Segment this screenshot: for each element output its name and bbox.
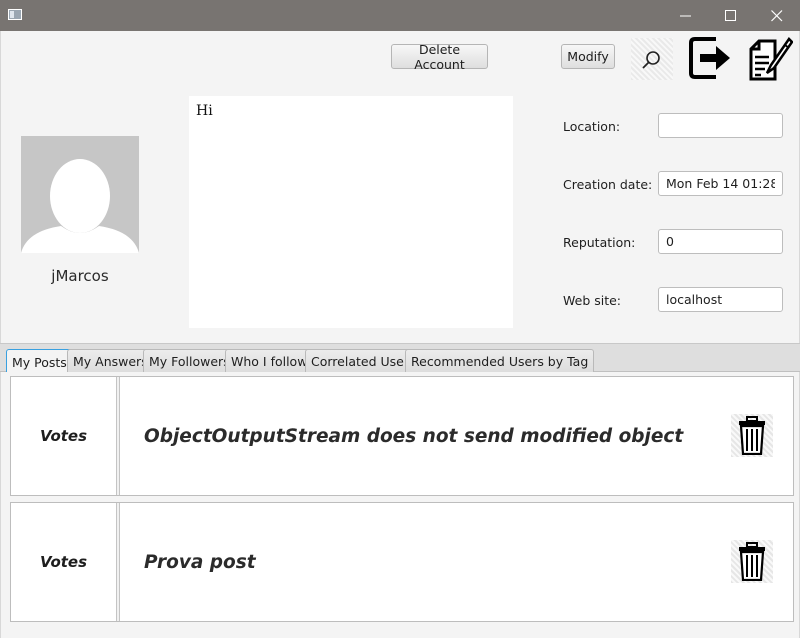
profile-panel: Delete Account Modify jMarcos Hi Locatio… (0, 31, 800, 343)
trash-icon (739, 416, 765, 455)
post-title[interactable]: Prova post (144, 503, 256, 621)
location-field[interactable] (658, 113, 783, 138)
delete-post-button[interactable] (731, 414, 773, 457)
tab-bar: My Posts My Answers My Followers Who I f… (0, 343, 800, 374)
edit-document-icon[interactable] (745, 35, 794, 83)
tab-who-i-follow[interactable]: Who I follow (225, 349, 314, 373)
app-window-icon (8, 9, 22, 20)
tab-my-answers[interactable]: My Answers (67, 349, 154, 373)
tab-my-followers[interactable]: My Followers (143, 349, 236, 373)
tab-recommended-users-by-tag[interactable]: Recommended Users by Tag (405, 349, 595, 373)
trash-icon (739, 542, 765, 581)
location-label: Location: (563, 119, 621, 134)
post-divider (116, 377, 120, 495)
bio-textarea[interactable]: Hi (189, 96, 513, 328)
delete-post-button[interactable] (731, 540, 773, 583)
maximize-button[interactable] (708, 0, 754, 31)
tab-my-posts[interactable]: My Posts (6, 349, 73, 374)
post-card[interactable]: Votes ObjectOutputStream does not send m… (10, 376, 794, 496)
posts-list: Votes ObjectOutputStream does not send m… (0, 372, 800, 638)
post-card[interactable]: Votes Prova post (10, 502, 794, 622)
minimize-button[interactable] (663, 0, 709, 31)
creation-date-field[interactable] (658, 171, 783, 196)
votes-label: Votes (39, 427, 88, 445)
votes-label: Votes (39, 553, 88, 571)
username-label: jMarcos (51, 267, 109, 285)
website-label: Web site: (563, 293, 622, 308)
close-icon (771, 10, 783, 22)
modify-button[interactable]: Modify (561, 44, 615, 69)
creation-date-label: Creation date: (563, 177, 653, 192)
website-field[interactable] (658, 287, 783, 312)
search-icon[interactable] (631, 38, 673, 80)
close-button[interactable] (754, 0, 800, 31)
post-divider (116, 503, 120, 621)
title-bar (0, 0, 800, 31)
reputation-label: Reputation: (563, 235, 636, 250)
logout-icon[interactable] (689, 35, 735, 81)
minimize-icon (680, 15, 691, 17)
user-avatar-icon (21, 136, 139, 253)
maximize-icon (725, 10, 736, 21)
post-title[interactable]: ObjectOutputStream does not send modifie… (144, 377, 683, 495)
delete-account-button[interactable]: Delete Account (391, 42, 488, 72)
reputation-field[interactable] (658, 229, 783, 254)
